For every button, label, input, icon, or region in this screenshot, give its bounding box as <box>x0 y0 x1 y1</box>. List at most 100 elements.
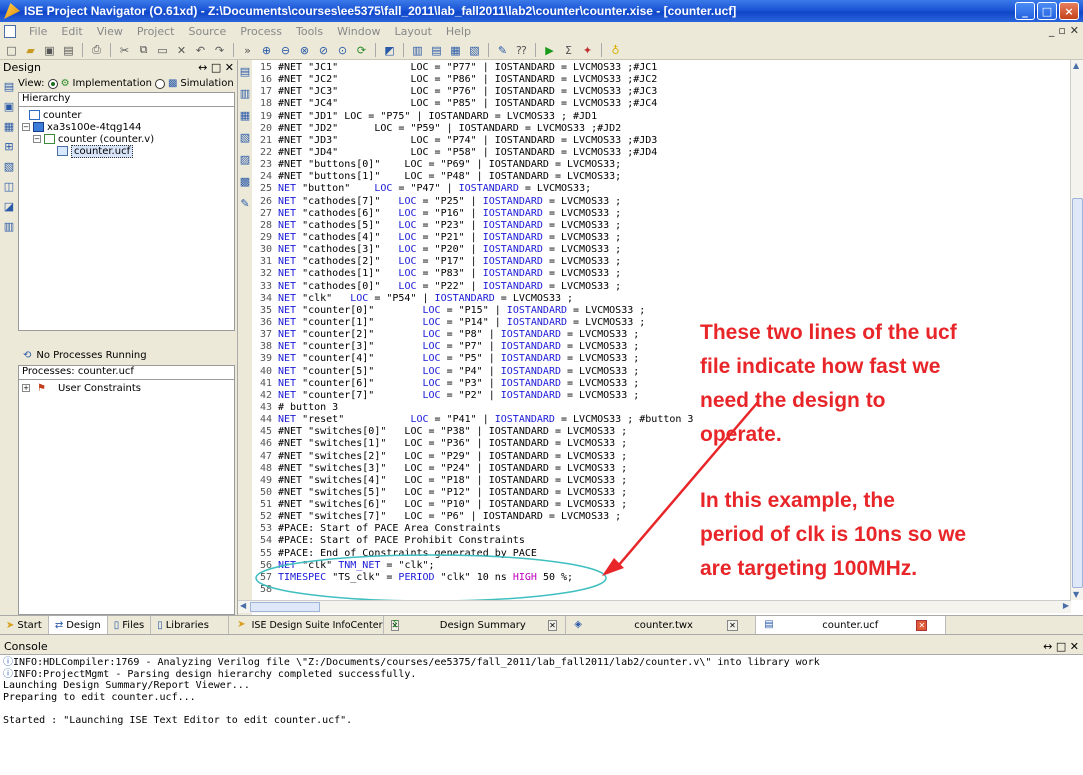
menu-view[interactable]: View <box>90 25 130 38</box>
menu-process[interactable]: Process <box>233 25 289 38</box>
scroll-left-icon[interactable]: ◀ <box>240 601 246 610</box>
new-source-icon[interactable]: ▤ <box>2 79 16 93</box>
menu-layout[interactable]: Layout <box>387 25 438 38</box>
tab-close-icon[interactable]: ✕ <box>916 619 928 631</box>
tab-counter-ucf[interactable]: ▤ counter.ucf ✕ <box>756 616 947 634</box>
mdi-close-icon[interactable]: ✕ <box>1070 24 1079 37</box>
tree-item-ucf[interactable]: counter.ucf <box>19 144 234 158</box>
mdi-restore-icon[interactable]: ▫ <box>1058 24 1065 37</box>
tab-close-icon[interactable]: ✕ <box>726 619 738 631</box>
editor-vertical-scrollbar[interactable]: ▲ ▼ <box>1070 60 1083 600</box>
scroll-down-icon[interactable]: ▼ <box>1073 590 1079 599</box>
tree-item-project[interactable]: counter <box>19 107 234 121</box>
collapse-icon[interactable]: − <box>33 135 41 143</box>
simulation-radio[interactable] <box>154 78 165 89</box>
tree-item-label: counter.ucf <box>71 144 134 158</box>
delete-icon[interactable]: ✕ <box>174 43 189 58</box>
window-icon[interactable]: ▧ <box>467 43 482 58</box>
scroll-right-icon[interactable]: ▶ <box>1063 601 1069 610</box>
design-panel-controls[interactable]: ↔ □ ✕ <box>198 61 234 74</box>
simulation-label[interactable]: Simulation <box>180 78 233 89</box>
design-goals-icon[interactable]: ◩ <box>382 43 397 58</box>
zoom-selection-icon[interactable]: ⊙ <box>335 43 350 58</box>
open-folder-icon[interactable]: ▰ <box>23 43 38 58</box>
menu-tools[interactable]: Tools <box>289 25 330 38</box>
overflow-icon[interactable]: » <box>240 43 255 58</box>
editor-horizontal-scrollbar[interactable]: ◀ ▶ <box>238 600 1071 613</box>
copy-icon[interactable]: ⧉ <box>136 43 151 58</box>
collapse-icon[interactable]: − <box>22 123 30 131</box>
tab-infocenter[interactable]: ➤ ISE Design Suite InfoCenter ✕ <box>229 616 400 634</box>
process-status-text: No Processes Running <box>36 349 147 361</box>
implementation-label[interactable]: Implementation <box>73 78 152 89</box>
info-icon: ⓘ <box>3 657 13 668</box>
hierarchy-icon[interactable]: ⊞ <box>2 139 16 153</box>
sigma-icon[interactable]: Σ <box>561 43 576 58</box>
menu-edit[interactable]: Edit <box>54 25 89 38</box>
zoom-out-icon[interactable]: ⊖ <box>278 43 293 58</box>
help-pointer-icon[interactable]: ⁇ <box>514 43 529 58</box>
report-icon[interactable]: ◪ <box>2 199 16 213</box>
view-label: View: <box>18 78 45 89</box>
tab-label: Design <box>66 619 101 631</box>
minimize-button[interactable]: _ <box>1015 2 1035 20</box>
lightbulb-icon[interactable]: ♁ <box>608 43 623 58</box>
pin-icon[interactable]: ✎ <box>495 43 510 58</box>
menu-project[interactable]: Project <box>130 25 182 38</box>
annotation-line: period of clk is 10ns so we <box>700 523 967 546</box>
scroll-up-icon[interactable]: ▲ <box>1073 61 1079 70</box>
menu-file[interactable]: File <box>22 25 54 38</box>
start-arrow-icon: ➤ <box>6 619 15 631</box>
source-properties-icon[interactable]: ▧ <box>2 159 16 173</box>
tab-start[interactable]: ➤ Start <box>0 616 49 634</box>
sigma-icon: Σ <box>392 618 399 630</box>
cascade-icon[interactable]: ▥ <box>410 43 425 58</box>
console-output[interactable]: ⓘINFO:HDLCompiler:1769 - Analyzing Veril… <box>0 654 1083 775</box>
add-source-icon[interactable]: ▣ <box>2 99 16 113</box>
tab-close-icon[interactable]: ✕ <box>547 619 558 631</box>
tab-files[interactable]: ▯ Files <box>108 616 152 634</box>
menu-window[interactable]: Window <box>330 25 387 38</box>
tab-libraries[interactable]: ▯ Libraries <box>151 616 230 634</box>
expand-icon[interactable]: + <box>22 384 30 392</box>
horizontal-scroll-thumb[interactable] <box>250 602 320 612</box>
mdi-minimize-icon[interactable]: _ <box>1049 24 1055 37</box>
tab-counter-twx[interactable]: ◈ counter.twx ✕ <box>566 616 757 634</box>
implementation-radio[interactable] <box>47 78 58 89</box>
redo-icon[interactable]: ↷ <box>212 43 227 58</box>
zoom-fit-icon[interactable]: ⊗ <box>297 43 312 58</box>
rerun-icon[interactable]: ✦ <box>580 43 595 58</box>
console-header: Console ↔ □ ✕ <box>0 639 1083 654</box>
menu-source[interactable]: Source <box>181 25 233 38</box>
scroll-thumb[interactable] <box>1072 198 1083 588</box>
print-icon[interactable]: ⎙ <box>89 43 104 58</box>
tile-vertical-icon[interactable]: ▦ <box>448 43 463 58</box>
undo-icon[interactable]: ↶ <box>193 43 208 58</box>
mdi-controls: _ ▫ ✕ <box>1049 24 1079 37</box>
menu-help[interactable]: Help <box>439 25 478 38</box>
new-file-icon[interactable]: □ <box>4 43 19 58</box>
save-icon[interactable]: ▣ <box>42 43 57 58</box>
console-title: Console <box>4 640 48 653</box>
tab-design[interactable]: ⇄ Design <box>48 616 108 634</box>
close-button[interactable]: × <box>1059 2 1079 20</box>
zoom-in-icon[interactable]: ⊕ <box>259 43 274 58</box>
tree-item-module[interactable]: − counter (counter.v) <box>19 133 234 145</box>
tab-design-summary[interactable]: Σ Design Summary ✕ <box>384 616 567 634</box>
tree-item-device[interactable]: − xa3s100e-4tqg144 <box>19 121 234 133</box>
files-icon: ▯ <box>113 619 120 631</box>
zoom-area-icon[interactable]: ⊘ <box>316 43 331 58</box>
refresh-icon[interactable]: ⟳ <box>354 43 369 58</box>
maximize-button[interactable]: □ <box>1037 2 1057 20</box>
paste-icon[interactable]: ▭ <box>155 43 170 58</box>
table-icon[interactable]: ▥ <box>2 219 16 233</box>
module-icon[interactable]: ◫ <box>2 179 16 193</box>
add-copy-icon[interactable]: ▦ <box>2 119 16 133</box>
run-icon[interactable]: ▶ <box>542 43 557 58</box>
tile-horizontal-icon[interactable]: ▤ <box>429 43 444 58</box>
process-item-user-constraints[interactable]: + ⚑ User Constraints <box>19 382 234 394</box>
annotation-line: file indicate how fast we <box>700 355 941 378</box>
save-all-icon[interactable]: ▤ <box>61 43 76 58</box>
cut-icon[interactable]: ✂ <box>117 43 132 58</box>
console-controls[interactable]: ↔ □ ✕ <box>1043 640 1079 653</box>
